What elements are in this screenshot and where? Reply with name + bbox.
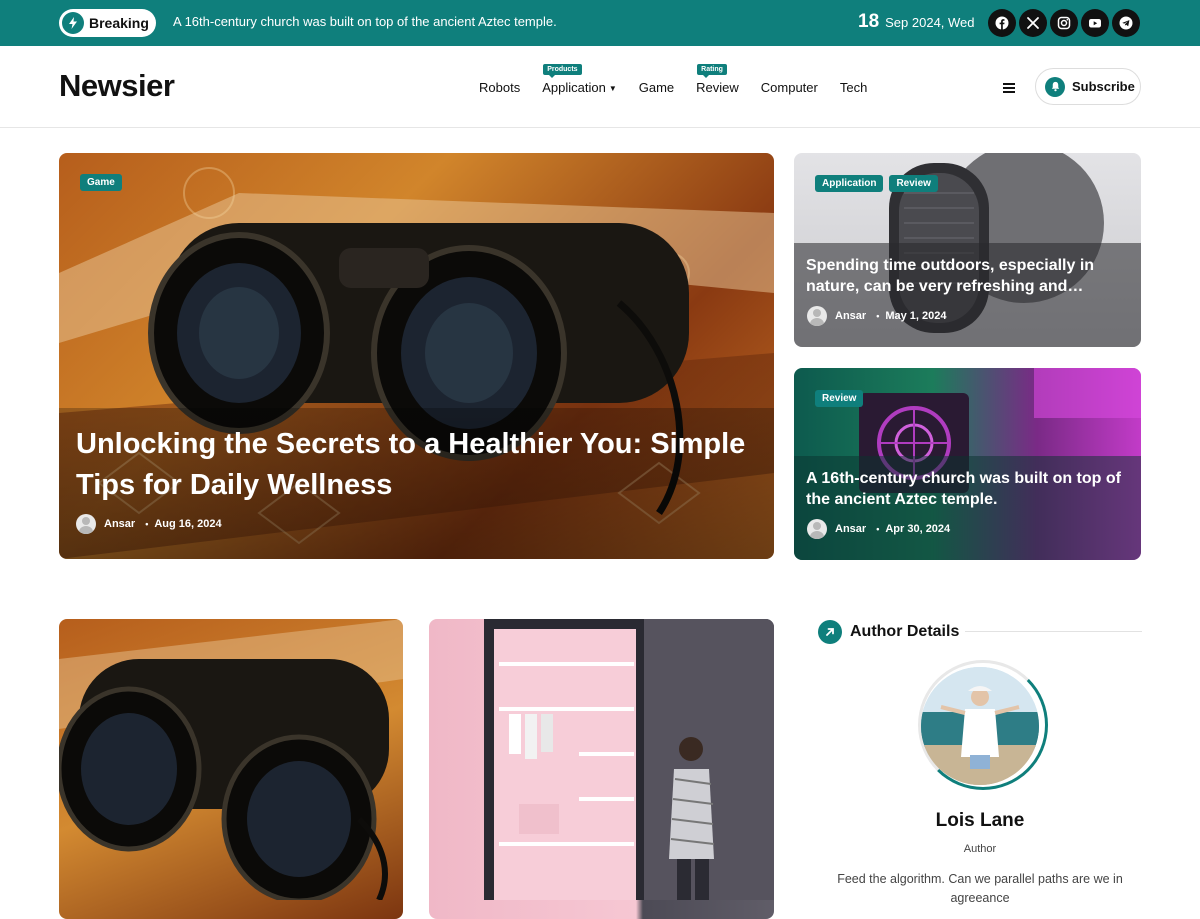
card-overlay: Spending time outdoors, especially in na… <box>794 243 1141 347</box>
nav-tag-rating: Rating <box>697 64 727 78</box>
menu-icon[interactable] <box>1003 83 1015 93</box>
subscribe-button[interactable]: Subscribe <box>1035 68 1141 105</box>
x-icon[interactable] <box>1019 9 1047 37</box>
featured-main-card[interactable]: Game Unlocking the Secrets to a Healthie… <box>59 153 774 559</box>
author-name[interactable]: Lois Lane <box>880 810 1080 832</box>
post-card-image[interactable] <box>429 619 774 919</box>
author-name[interactable]: Ansar <box>835 310 866 322</box>
site-header: Newsier Robots Products Application ▼ Gam… <box>0 46 1200 128</box>
nav-item-tech[interactable]: Tech <box>840 80 867 95</box>
featured-side-card[interactable]: Application Review Spending time outdoor… <box>794 153 1141 347</box>
instagram-icon[interactable] <box>1050 9 1078 37</box>
arrow-up-right-icon <box>818 620 842 644</box>
caret-down-icon: ▼ <box>608 84 617 94</box>
social-links <box>988 9 1140 37</box>
card-meta: Ansar • Aug 16, 2024 <box>76 514 222 534</box>
author-bio: Feed the algorithm. Can we parallel path… <box>837 872 1123 905</box>
youtube-icon[interactable] <box>1081 9 1109 37</box>
post-date: Aug 16, 2024 <box>154 518 222 530</box>
nav-label: Tech <box>839 80 868 95</box>
breaking-label: Breaking <box>89 15 149 31</box>
date-rest: Sep 2024, Wed <box>885 15 975 30</box>
nav-label: Application <box>542 80 606 95</box>
card-overlay: A 16th-century church was built on top o… <box>794 456 1141 560</box>
category-badge[interactable]: Application <box>815 175 884 192</box>
nav-item-review[interactable]: Rating Review <box>696 64 739 95</box>
card-title[interactable]: Unlocking the Secrets to a Healthier You… <box>76 424 766 506</box>
date-day: 18 <box>858 11 880 32</box>
main-nav: Robots Products Application ▼ Game Rating… <box>479 64 889 95</box>
nav-label: Robots <box>479 80 521 95</box>
nav-item-game[interactable]: Game <box>639 80 674 95</box>
post-date: May 1, 2024 <box>885 310 947 322</box>
wardrobe-image <box>484 619 774 900</box>
meta-dot: • <box>876 311 880 321</box>
binoculars-image <box>59 619 403 900</box>
breaking-pill: Breaking <box>59 9 156 37</box>
card-title[interactable]: Spending time outdoors, especially in na… <box>806 255 1126 297</box>
author-name[interactable]: Ansar <box>104 518 135 530</box>
nav-label: Computer <box>760 80 818 95</box>
card-title[interactable]: A 16th-century church was built on top o… <box>806 468 1126 510</box>
card-meta: Ansar • May 1, 2024 <box>807 306 947 326</box>
avatar <box>807 519 827 539</box>
nav-item-application[interactable]: Products Application ▼ <box>542 64 617 95</box>
card-overlay: Unlocking the Secrets to a Healthier You… <box>59 408 774 559</box>
card-badges: Review <box>815 390 864 407</box>
author-role: Author <box>963 843 997 855</box>
nav-item-computer[interactable]: Computer <box>761 80 818 95</box>
card-meta: Ansar • Apr 30, 2024 <box>807 519 950 539</box>
author-name[interactable]: Ansar <box>835 523 866 535</box>
nav-label: Game <box>638 80 675 95</box>
telegram-icon[interactable] <box>1112 9 1140 37</box>
bolt-icon <box>62 12 84 34</box>
top-bar: Breaking A 16th-century church was built… <box>0 0 1200 46</box>
current-date: 18 Sep 2024, Wed <box>858 12 975 32</box>
meta-dot: • <box>876 524 880 534</box>
site-logo[interactable]: Newsier <box>59 68 175 104</box>
card-badges: Game <box>80 174 122 191</box>
author-portrait-image <box>921 667 1039 785</box>
avatar <box>76 514 96 534</box>
category-badge[interactable]: Review <box>815 390 864 407</box>
nav-item-robots[interactable]: Robots <box>479 80 520 95</box>
bell-icon <box>1045 76 1065 97</box>
breaking-ticker-link[interactable]: A 16th-century church was built on top o… <box>173 14 557 29</box>
featured-side-card[interactable]: Review A 16th-century church was built o… <box>794 368 1141 560</box>
category-badge[interactable]: Review <box>889 175 938 192</box>
card-badges: Application Review <box>815 175 938 192</box>
post-card-image[interactable] <box>59 619 403 919</box>
meta-dot: • <box>145 519 149 529</box>
divider <box>965 631 1142 632</box>
nav-label: Review <box>696 80 739 95</box>
category-badge[interactable]: Game <box>80 174 122 191</box>
avatar <box>807 306 827 326</box>
facebook-icon[interactable] <box>988 9 1016 37</box>
nav-tag-products: Products <box>543 64 582 78</box>
subscribe-label: Subscribe <box>1072 79 1135 94</box>
author-photo[interactable] <box>921 667 1039 785</box>
post-date: Apr 30, 2024 <box>885 523 951 535</box>
author-widget-header: Author Details <box>818 620 959 644</box>
widget-title: Author Details <box>850 623 960 640</box>
